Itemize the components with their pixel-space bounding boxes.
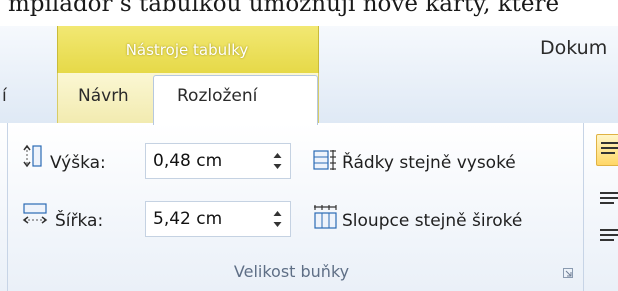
height-label: Výška: — [50, 153, 106, 173]
tab-previous[interactable]: í — [2, 86, 7, 106]
group-title-cell-size: Velikost buňky — [233, 262, 350, 281]
tab-layout-label: Rozložení — [177, 86, 258, 106]
width-spinner[interactable]: 5,42 cm — [145, 201, 291, 237]
distribute-columns-icon — [314, 205, 337, 229]
width-label: Šířka: — [55, 211, 104, 231]
align-bottom-icon — [600, 229, 618, 241]
dialog-launcher-icon[interactable] — [563, 268, 573, 278]
height-value: 0,48 cm — [153, 151, 223, 171]
align-top-icon — [601, 142, 618, 154]
height-spinner[interactable]: 0,48 cm — [145, 143, 291, 179]
align-top-left-button[interactable] — [596, 134, 618, 166]
contextual-tab-label: Nástroje tabulky — [125, 41, 249, 59]
distribute-rows-button[interactable]: Řádky stejně vysoké — [342, 153, 516, 173]
tab-design[interactable]: Návrh — [78, 86, 129, 106]
distribute-columns-button[interactable]: Sloupce stejně široké — [342, 211, 522, 231]
align-bottom-left-button[interactable] — [596, 220, 618, 250]
group-divider — [583, 123, 584, 291]
distribute-rows-icon — [313, 150, 336, 170]
spin-arrows-icon[interactable] — [273, 208, 282, 230]
tab-layout[interactable]: Rozložení — [153, 75, 318, 125]
row-height-icon — [23, 144, 42, 168]
document-title: Dokum — [540, 37, 608, 59]
align-center-left-button[interactable] — [596, 183, 618, 213]
align-middle-icon — [600, 192, 618, 204]
spin-arrows-icon[interactable] — [273, 150, 282, 172]
width-value: 5,42 cm — [153, 209, 223, 229]
column-width-icon — [22, 203, 48, 224]
